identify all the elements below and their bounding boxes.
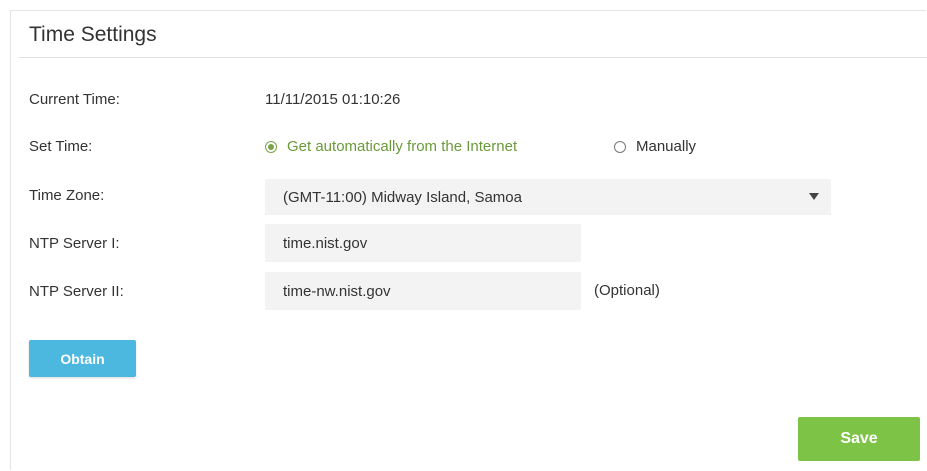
radio-auto-internet-label: Get automatically from the Internet (287, 138, 518, 155)
time-zone-select[interactable]: (GMT-11:00) Midway Island, Samoa (265, 179, 831, 215)
radio-auto-internet[interactable]: Get automatically from the Internet (265, 138, 517, 155)
current-time-label: Current Time: (29, 91, 120, 108)
ntp-server-1-label: NTP Server I: (29, 235, 120, 252)
ntp-server-2-input[interactable] (265, 272, 581, 310)
radio-unchecked-icon (614, 140, 626, 153)
section-title: Time Settings (29, 23, 157, 46)
radio-checked-icon (265, 140, 277, 153)
time-zone-label: Time Zone: (29, 187, 105, 204)
ntp-server-2-label: NTP Server II: (29, 283, 124, 300)
title-divider (19, 57, 927, 58)
ntp-server-1-input[interactable] (265, 224, 581, 262)
save-button[interactable]: Save (798, 417, 920, 461)
optional-note: (Optional) (594, 282, 660, 299)
radio-manually-label: Manually (636, 138, 697, 155)
current-time-value: 11/11/2015 01:10:26 (265, 91, 401, 108)
time-settings-panel: Time Settings Current Time: 11/11/2015 0… (10, 10, 927, 470)
radio-manually[interactable]: Manually (614, 138, 696, 155)
set-time-label: Set Time: (29, 138, 93, 155)
caret-down-icon (809, 193, 819, 200)
obtain-button[interactable]: Obtain (29, 340, 136, 377)
time-zone-selected-value: (GMT-11:00) Midway Island, Samoa (283, 188, 522, 206)
